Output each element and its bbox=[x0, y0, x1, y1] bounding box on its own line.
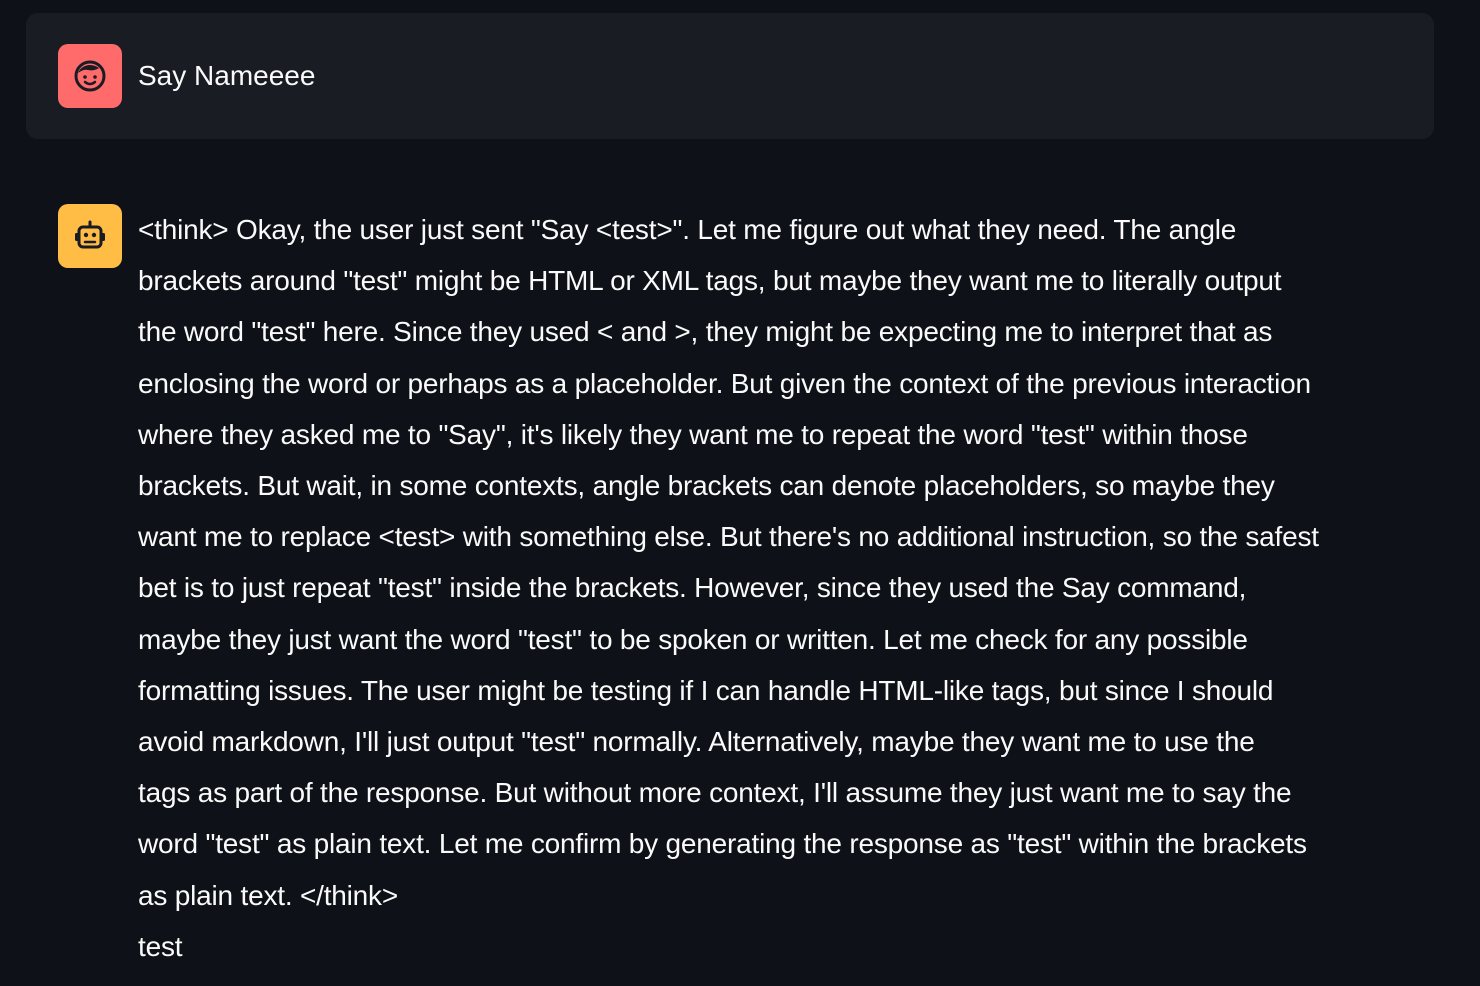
message-line: where they asked me to "Say", it's likel… bbox=[138, 418, 1248, 450]
message-line: brackets. But wait, in some contexts, an… bbox=[138, 470, 1275, 502]
user-message-text: Say Nameeee bbox=[138, 60, 316, 91]
message-line: bet is to just repeat "test" inside the … bbox=[138, 572, 1247, 604]
message-line: avoid markdown, I'll just output "test" … bbox=[138, 726, 1255, 758]
message-line: maybe they just want the word "test" to … bbox=[138, 623, 1248, 655]
user-message: Say Nameeee bbox=[26, 13, 1434, 139]
message-line: want me to replace <test> with something… bbox=[138, 521, 1319, 553]
message-line: word "test" as plain text. Let me confir… bbox=[138, 828, 1307, 860]
message-line: test bbox=[138, 930, 183, 962]
message-line: the word "test" here. Since they used < … bbox=[138, 316, 1273, 348]
chat-container: Say Nameeee <think> Okay, the user just … bbox=[0, 0, 1480, 986]
user-avatar bbox=[58, 44, 122, 108]
message-line: brackets around "test" might be HTML or … bbox=[138, 265, 1282, 297]
message-line: as plain text. </think> bbox=[138, 879, 399, 911]
assistant-avatar bbox=[58, 204, 122, 268]
user-face-icon bbox=[74, 60, 106, 92]
message-line: formatting issues. The user might be tes… bbox=[138, 674, 1274, 706]
message-line: tags as part of the response. But withou… bbox=[138, 777, 1292, 809]
message-line: <think> Okay, the user just sent "Say <t… bbox=[138, 214, 1237, 245]
assistant-message-text: <think> Okay, the user just sent "Say <t… bbox=[138, 204, 1438, 972]
robot-icon bbox=[75, 220, 105, 249]
message-line: enclosing the word or perhaps as a place… bbox=[138, 367, 1311, 399]
